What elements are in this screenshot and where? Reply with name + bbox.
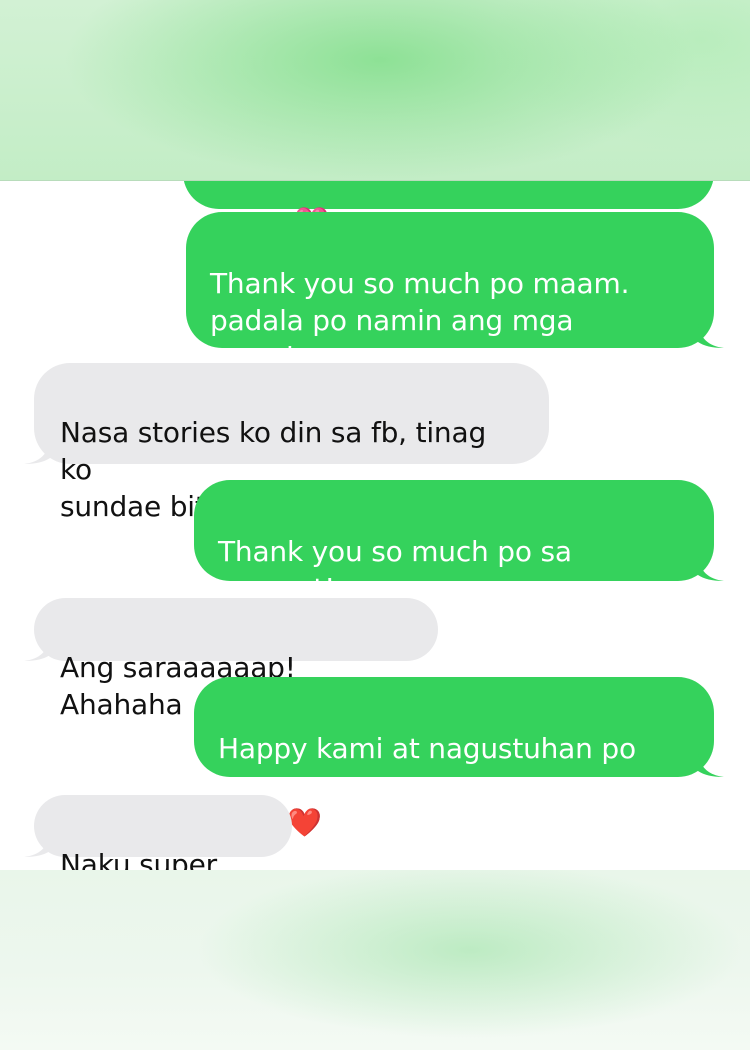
top-background-band [0,0,750,181]
bubble-tail [24,440,50,464]
message-bubble-received[interactable]: Nasa stories ko din sa fb, tinag ko sund… [24,363,549,523]
bubble-tail [698,753,724,777]
message-bubble-sent[interactable]: Thank you so much po maam. padala po nam… [186,212,724,411]
message-text: Naku super. ❤️ [60,848,224,870]
message-bubble-received[interactable]: Ang saraaaaaap! Ahahaha [24,598,438,721]
bubble-tail [24,637,50,661]
bubble-tail [698,557,724,581]
message-bubble-received[interactable]: Naku super. ❤️ [24,795,292,870]
bottom-background-band [0,870,750,1050]
bubble-tail [24,833,50,857]
bubble-tail [698,324,724,348]
message-bubble-sent[interactable]: Thank you so much po sa support! ❤️❤️❤️ [194,480,724,642]
message-bubble-sent[interactable]: Happy kami at nagustuhan po nyo. ❤️❤️❤️ [194,677,724,839]
